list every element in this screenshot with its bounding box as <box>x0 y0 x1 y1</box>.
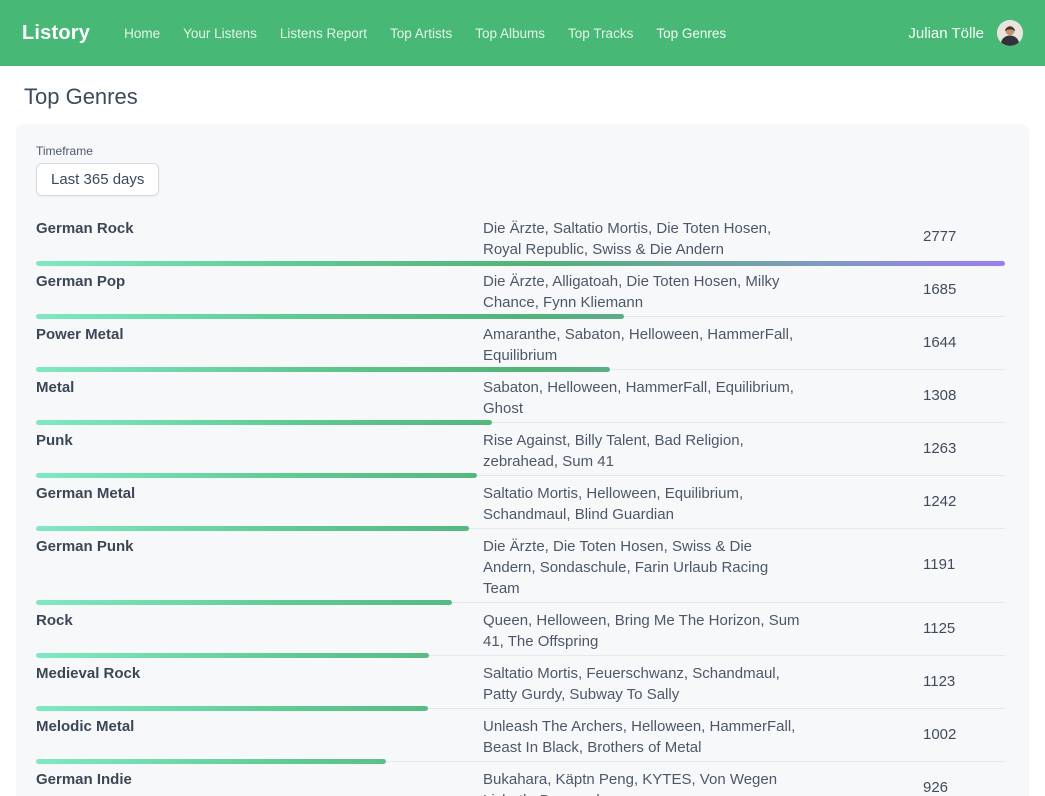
genre-listen-count: 1685 <box>923 281 956 298</box>
genre-bar-fill <box>36 706 428 711</box>
genre-name: German Metal <box>36 483 483 525</box>
genre-top-artists: Queen, Helloween, Bring Me The Horizon, … <box>483 610 805 652</box>
genre-listen-count: 1644 <box>923 334 956 351</box>
genre-row: German PunkDie Ärzte, Die Toten Hosen, S… <box>36 533 1009 607</box>
top-genres-card: Timeframe Last 365 days German RockDie Ä… <box>16 124 1029 796</box>
genre-listen-count: 1125 <box>923 620 955 637</box>
genre-bar-fill <box>36 420 492 425</box>
genre-row: German IndieBukahara, Käptn Peng, KYTES,… <box>36 766 1009 796</box>
nav-link-home[interactable]: Home <box>124 26 160 41</box>
nav-link-top-artists[interactable]: Top Artists <box>390 26 452 41</box>
genre-name: Punk <box>36 430 483 472</box>
timeframe-select[interactable]: Last 365 days <box>36 163 159 196</box>
genre-bar-fill <box>36 473 477 478</box>
genre-listen-count: 1263 <box>923 440 956 457</box>
genre-row: German RockDie Ärzte, Saltatio Mortis, D… <box>36 215 1009 268</box>
genre-bar-fill <box>36 759 386 764</box>
genre-name: German Pop <box>36 271 483 313</box>
genre-bar-fill <box>36 314 624 319</box>
genre-name: Melodic Metal <box>36 716 483 758</box>
nav-link-top-albums[interactable]: Top Albums <box>475 26 545 41</box>
genre-row: German PopDie Ärzte, Alligatoah, Die Tot… <box>36 268 1009 321</box>
genre-bar-fill <box>36 367 610 372</box>
genre-top-artists: Bukahara, Käptn Peng, KYTES, Von Wegen L… <box>483 769 805 796</box>
genre-listen-count: 926 <box>923 779 948 796</box>
genre-name: German Rock <box>36 218 483 260</box>
user-name[interactable]: Julian Tölle <box>908 25 984 42</box>
genre-top-artists: Amaranthe, Sabaton, Helloween, HammerFal… <box>483 324 805 366</box>
genre-listen-count: 2777 <box>923 228 956 245</box>
genre-listen-count: 1242 <box>923 493 956 510</box>
genre-listen-count: 1191 <box>923 556 955 573</box>
genre-row: RockQueen, Helloween, Bring Me The Horiz… <box>36 607 1009 660</box>
genre-bar-fill <box>36 526 469 531</box>
nav-link-your-listens[interactable]: Your Listens <box>183 26 257 41</box>
genre-row: PunkRise Against, Billy Talent, Bad Reli… <box>36 427 1009 480</box>
genre-top-artists: Saltatio Mortis, Helloween, Equilibrium,… <box>483 483 805 525</box>
genre-top-artists: Die Ärzte, Die Toten Hosen, Swiss & Die … <box>483 536 805 599</box>
avatar-image <box>997 20 1023 46</box>
genre-row: Melodic MetalUnleash The Archers, Hellow… <box>36 713 1009 766</box>
genre-top-artists: Saltatio Mortis, Feuerschwanz, Schandmau… <box>483 663 805 705</box>
genre-top-artists: Rise Against, Billy Talent, Bad Religion… <box>483 430 805 472</box>
genre-bar-fill <box>36 600 452 605</box>
genre-name: Metal <box>36 377 483 419</box>
page-title: Top Genres <box>24 84 1045 110</box>
main-nav: Home Your Listens Listens Report Top Artist… <box>124 26 908 41</box>
top-navbar: Listory Home Your Listens Listens Report To… <box>0 0 1045 66</box>
user-avatar[interactable] <box>997 20 1023 46</box>
genre-listen-count: 1002 <box>923 726 956 743</box>
timeframe-label: Timeframe <box>36 144 1009 158</box>
genre-top-artists: Unleash The Archers, Helloween, HammerFa… <box>483 716 805 758</box>
genre-row: MetalSabaton, Helloween, HammerFall, Equ… <box>36 374 1009 427</box>
user-menu: Julian Tölle <box>908 20 1023 46</box>
genre-name: German Indie <box>36 769 483 796</box>
genre-listen-count: 1308 <box>923 387 956 404</box>
genre-bar-fill <box>36 261 1005 266</box>
genre-top-artists: Sabaton, Helloween, HammerFall, Equilibr… <box>483 377 805 419</box>
genre-name: Medieval Rock <box>36 663 483 705</box>
nav-link-listens-report[interactable]: Listens Report <box>280 26 367 41</box>
app-logo[interactable]: Listory <box>22 22 90 45</box>
genres-table: German RockDie Ärzte, Saltatio Mortis, D… <box>36 215 1009 796</box>
genre-name: German Punk <box>36 536 483 599</box>
genre-name: Rock <box>36 610 483 652</box>
nav-link-top-tracks[interactable]: Top Tracks <box>568 26 633 41</box>
genre-top-artists: Die Ärzte, Alligatoah, Die Toten Hosen, … <box>483 271 805 313</box>
genre-top-artists: Die Ärzte, Saltatio Mortis, Die Toten Ho… <box>483 218 805 260</box>
genre-name: Power Metal <box>36 324 483 366</box>
nav-link-top-genres[interactable]: Top Genres <box>656 26 726 41</box>
genre-bar-fill <box>36 653 429 658</box>
genre-listen-count: 1123 <box>923 673 955 690</box>
genre-row: Medieval RockSaltatio Mortis, Feuerschwa… <box>36 660 1009 713</box>
genre-row: German MetalSaltatio Mortis, Helloween, … <box>36 480 1009 533</box>
genre-row: Power MetalAmaranthe, Sabaton, Helloween… <box>36 321 1009 374</box>
